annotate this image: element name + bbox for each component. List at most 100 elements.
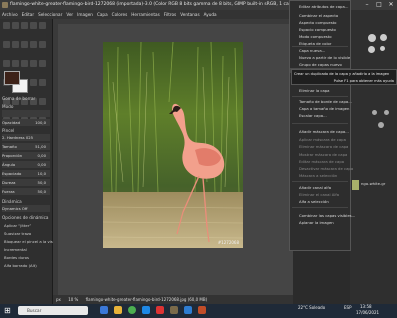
option-checkbox[interactable]: Incremental: [4, 247, 27, 252]
tool-icon[interactable]: [30, 41, 37, 48]
clock-time[interactable]: 13:58: [360, 304, 372, 309]
context-menu-item[interactable]: Modo compuesto: [299, 34, 332, 39]
layer-thumbnail[interactable]: [352, 180, 359, 190]
app-icon[interactable]: [156, 306, 164, 314]
unit-select[interactable]: px: [53, 297, 61, 302]
tool-icon[interactable]: [39, 60, 46, 67]
app-icon[interactable]: [198, 306, 206, 314]
tool-icon[interactable]: [30, 60, 37, 67]
mode-select[interactable]: [2, 110, 50, 117]
hardness-slider[interactable]: Dureza 50,0: [2, 179, 50, 186]
horizontal-ruler[interactable]: [53, 19, 293, 24]
flamingo-photo[interactable]: #1272068: [103, 42, 243, 248]
option-checkbox[interactable]: Bordes duros: [4, 255, 29, 260]
tooltip-help: Pulse F1 para obtener más ayuda: [333, 79, 394, 83]
tool-icon[interactable]: [12, 41, 19, 48]
context-menu-item[interactable]: Combinar las capas visibles...: [299, 213, 355, 218]
menu-1[interactable]: Editar: [20, 10, 36, 19]
tool-icon[interactable]: [30, 79, 37, 86]
context-menu-item[interactable]: Escalar capa...: [299, 113, 327, 118]
layer-name[interactable]: ngo-white-gr: [361, 181, 397, 191]
maximize-button[interactable]: □: [373, 0, 385, 10]
edge-icon[interactable]: [142, 306, 150, 314]
taskbar-search-box[interactable]: Buscar: [18, 306, 88, 315]
dynamics-select[interactable]: Dynamics Off: [2, 205, 50, 212]
context-menu-item[interactable]: Etiqueta de color: [299, 41, 331, 46]
context-menu-item[interactable]: Alfa a selección: [299, 199, 329, 204]
word-icon[interactable]: [184, 306, 192, 314]
context-menu-item[interactable]: Espacio compuesto: [299, 27, 336, 32]
ratio-slider[interactable]: Proporción 0,00: [2, 152, 50, 159]
tool-icon[interactable]: [21, 60, 28, 67]
brush-preset[interactable]: [372, 110, 377, 115]
task-view-icon[interactable]: [100, 306, 108, 314]
menu-9[interactable]: Ventanas: [178, 10, 201, 19]
brush-select[interactable]: 2. Hardness 025: [2, 134, 50, 141]
menu-5[interactable]: Capa: [95, 10, 110, 19]
brush-preset[interactable]: [384, 110, 389, 115]
option-checkbox[interactable]: Suavizar trazo: [4, 231, 31, 236]
file-explorer-icon[interactable]: [114, 306, 122, 314]
brush-preset[interactable]: [380, 34, 387, 41]
context-menu-item[interactable]: Tamaño de borde de capa...: [299, 99, 352, 104]
menu-7[interactable]: Herramientas: [129, 10, 162, 19]
context-menu-item[interactable]: Añadir canal alfa: [299, 185, 331, 190]
gimp-taskbar-icon[interactable]: [170, 306, 178, 314]
context-menu-item[interactable]: Grupo de capas nuevo: [299, 62, 342, 67]
keyboard-language[interactable]: ESP: [344, 305, 351, 310]
context-menu-item[interactable]: Editar atributos de capa...: [299, 4, 348, 9]
context-menu-item[interactable]: Aspecto compuesto: [299, 20, 336, 25]
context-menu-item[interactable]: Nuevo a partir de lo visible: [299, 55, 350, 60]
tool-icon[interactable]: [21, 41, 28, 48]
context-menu-item[interactable]: Añadir máscara de capa...: [299, 129, 349, 134]
clock-date[interactable]: 17/06/2021: [356, 310, 379, 315]
minimize-button[interactable]: –: [361, 0, 373, 10]
vertical-ruler[interactable]: [53, 19, 58, 295]
option-checkbox[interactable]: Bloquear el pincel a la vista: [4, 239, 57, 244]
opacity-slider[interactable]: Opacidad 100,0: [2, 119, 50, 126]
force-slider[interactable]: Fuerza 50,0: [2, 188, 50, 195]
option-checkbox[interactable]: Aplicar “jitter”: [4, 223, 31, 228]
tool-icon[interactable]: [39, 22, 46, 29]
size-slider[interactable]: Tamaño 51,00: [2, 143, 50, 150]
context-menu-item[interactable]: Capa nueva...: [299, 48, 325, 53]
menu-8[interactable]: Filtros: [162, 10, 178, 19]
tool-options-title: Goma de borrar: [2, 96, 36, 101]
hardness-value: 50,0: [37, 180, 46, 185]
tool-icon[interactable]: [30, 22, 37, 29]
weather-widget[interactable]: 22°C Soleado: [298, 305, 325, 310]
menu-2[interactable]: Seleccionar: [36, 10, 64, 19]
tool-icon[interactable]: [21, 22, 28, 29]
zoom-select[interactable]: 10 %: [62, 297, 78, 302]
context-menu-item[interactable]: Combinar el aspecto: [299, 13, 338, 18]
tool-icon[interactable]: [39, 41, 46, 48]
brush-preset[interactable]: [368, 46, 375, 53]
tool-icon[interactable]: [12, 60, 19, 67]
tool-icon[interactable]: [3, 60, 10, 67]
menu-10[interactable]: Ayuda: [202, 10, 219, 19]
tool-icon[interactable]: [3, 41, 10, 48]
brush-preset[interactable]: [380, 46, 385, 51]
chrome-icon[interactable]: [128, 306, 136, 314]
angle-slider[interactable]: Ángulo 0,00: [2, 161, 50, 168]
spacing-slider[interactable]: Espaciado 10,0: [2, 170, 50, 177]
brush-preset[interactable]: [378, 122, 384, 128]
menu-6[interactable]: Colores: [110, 10, 130, 19]
tool-icon[interactable]: [3, 22, 10, 29]
brush-preset[interactable]: [368, 34, 376, 42]
menu-4[interactable]: Imagen: [75, 10, 95, 19]
foreground-color-swatch[interactable]: [4, 71, 20, 85]
menu-0[interactable]: Archivo: [0, 10, 20, 19]
context-menu-item[interactable]: Aplanar la imagen: [299, 220, 334, 225]
dynamics-options-expander[interactable]: Opciones de dinámica: [2, 215, 48, 220]
tool-icon[interactable]: [39, 79, 46, 86]
tool-icon[interactable]: [39, 98, 46, 105]
close-button[interactable]: ✕: [385, 0, 397, 10]
color-swatches[interactable]: [4, 71, 28, 93]
windows-start-icon[interactable]: ⊞: [4, 306, 13, 315]
context-menu-item[interactable]: Capa a tamaño de imagen: [299, 106, 349, 111]
menu-3[interactable]: Ver: [64, 10, 75, 19]
tool-icon[interactable]: [12, 22, 19, 29]
context-menu-item[interactable]: Eliminar la capa: [299, 88, 330, 93]
option-checkbox[interactable]: Alfa borrado (Alt): [4, 263, 37, 268]
